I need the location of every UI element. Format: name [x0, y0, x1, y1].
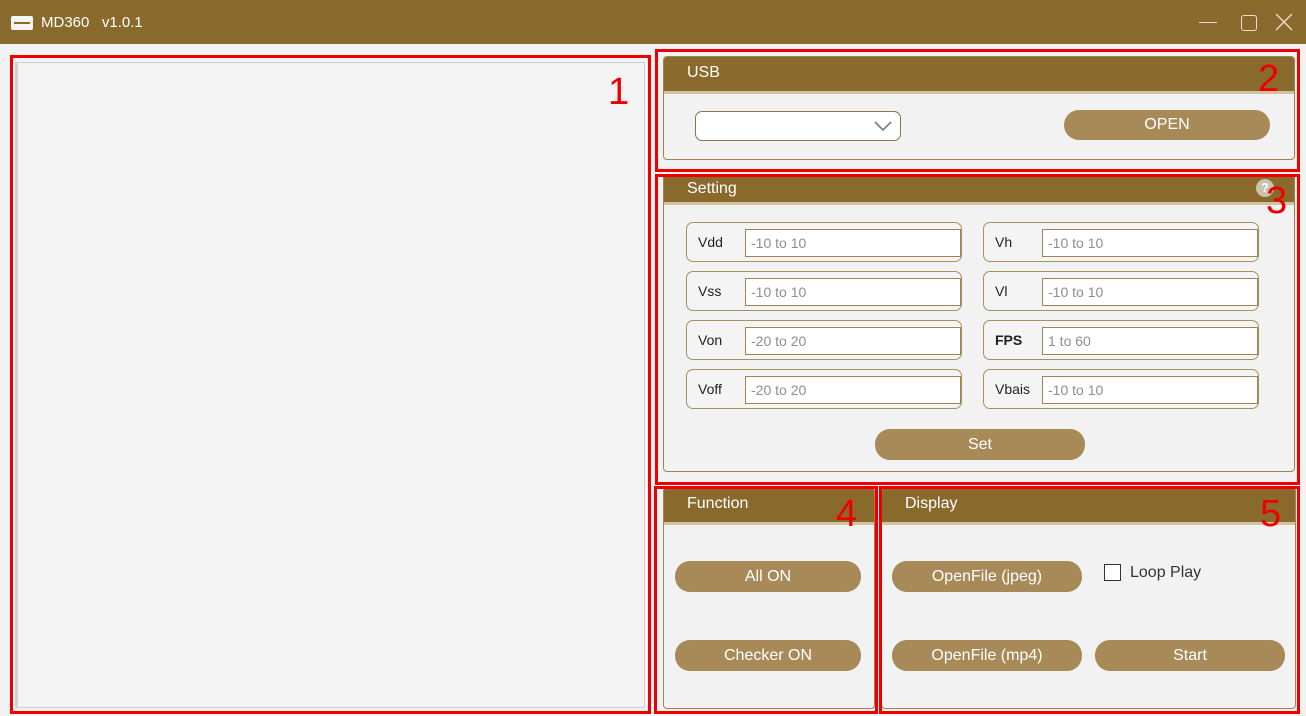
window-title: MD360 v1.0.1	[41, 14, 143, 31]
close-icon[interactable]	[1272, 10, 1298, 36]
annotation-number-3: 3	[1266, 180, 1288, 222]
annotation-box-2	[655, 49, 1300, 172]
annotation-number-2: 2	[1258, 58, 1280, 100]
annotation-box-3	[655, 174, 1300, 485]
annotation-box-1	[10, 55, 651, 714]
maximize-icon[interactable]	[1236, 10, 1262, 36]
minimize-icon[interactable]	[1196, 10, 1222, 36]
annotation-number-4: 4	[836, 493, 858, 535]
annotation-number-5: 5	[1260, 493, 1282, 535]
annotation-box-5	[879, 486, 1300, 714]
title-bar: MD360 v1.0.1	[0, 0, 1306, 44]
app-logo-icon	[11, 16, 33, 30]
annotation-number-1: 1	[608, 71, 630, 113]
